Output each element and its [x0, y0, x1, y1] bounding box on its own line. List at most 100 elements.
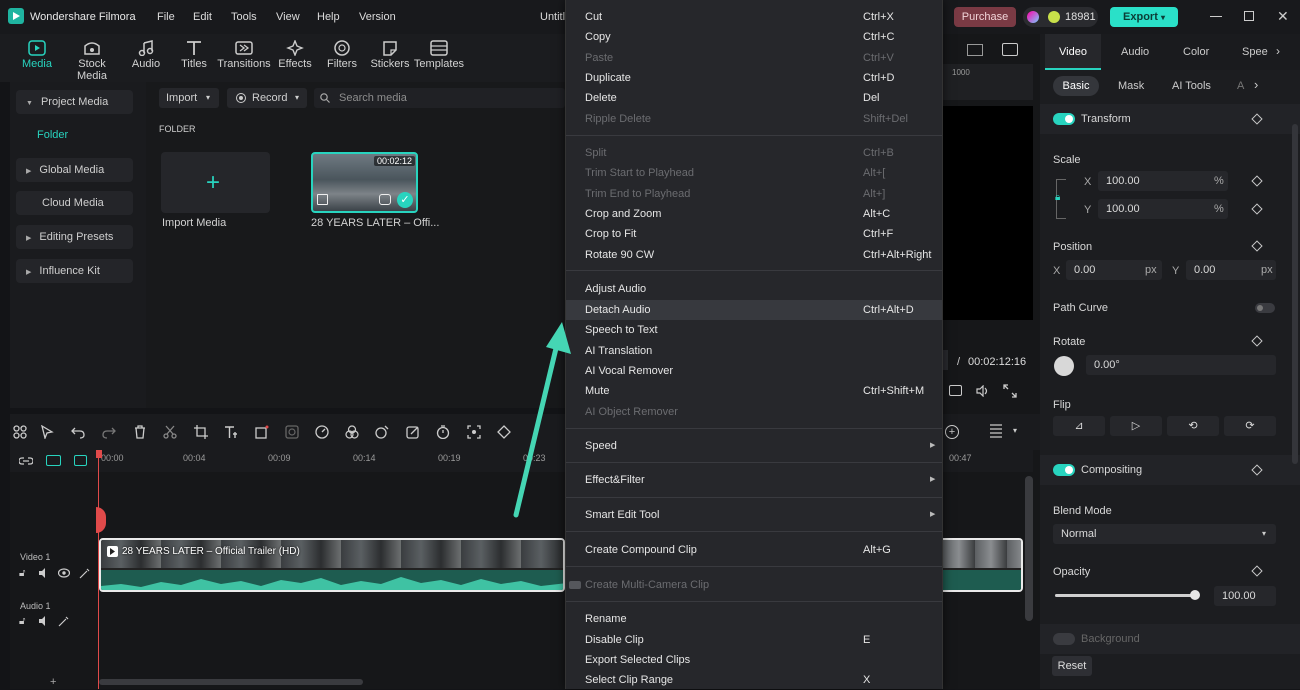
reset-button[interactable]: Reset [1052, 656, 1092, 676]
rotate-input[interactable]: 0.00° [1086, 355, 1276, 375]
keyframe-diamond-icon[interactable] [1251, 464, 1263, 476]
subtab-mask[interactable]: Mask [1118, 80, 1144, 92]
keyframe-diamond-icon[interactable] [1251, 565, 1263, 577]
subtab-ai-tools[interactable]: AI Tools [1172, 80, 1211, 92]
menu-version[interactable]: Version [359, 11, 396, 23]
sidebar-item-influence-kit[interactable]: ▶ Influence Kit [16, 259, 133, 283]
points-badge[interactable]: 18981 [1023, 7, 1098, 27]
sidebar-item-cloud-media[interactable]: Cloud Media [16, 191, 133, 215]
compare-view-icon[interactable] [967, 44, 983, 56]
video-clip-tail[interactable] [943, 538, 1023, 592]
video-clip-on-timeline[interactable]: 28 YEARS LATER – Official Trailer (HD) [99, 538, 565, 592]
tab-titles[interactable]: Titles [166, 34, 222, 82]
add-track-icon[interactable]: + [50, 676, 56, 688]
trash-icon[interactable] [133, 425, 147, 439]
tab-templates[interactable]: Templates [411, 34, 467, 82]
menu-item-effect-filter[interactable]: Effect&Filter ▶ [566, 470, 942, 490]
close-icon[interactable]: ✕ [1277, 8, 1289, 25]
speaker-icon[interactable] [38, 616, 49, 626]
grid-layout-icon[interactable] [13, 425, 27, 439]
edit-frame-icon[interactable] [406, 425, 420, 439]
menu-item-speech-to-text[interactable]: Speech to Text [566, 320, 942, 340]
auto-reframe-icon[interactable] [467, 425, 481, 439]
volume-icon[interactable] [976, 385, 990, 397]
menu-item-delete[interactable]: Delete Del [566, 88, 942, 108]
menu-item-crop-to-fit[interactable]: Crop to Fit Ctrl+F [566, 224, 942, 244]
import-media-tile[interactable]: + [161, 152, 270, 213]
tab-color[interactable]: Color [1183, 46, 1209, 58]
path-curve-toggle[interactable] [1255, 303, 1275, 313]
magic-wand-icon[interactable] [79, 568, 90, 579]
tab-audio[interactable]: Audio [1121, 46, 1149, 58]
menu-item-ai-translation[interactable]: AI Translation [566, 341, 942, 361]
image-icon[interactable] [1002, 43, 1018, 56]
undo-icon[interactable] [71, 425, 85, 439]
import-dropdown[interactable]: Import ▾ [159, 88, 219, 108]
redo-icon[interactable] [102, 425, 116, 439]
ai-audio-icon[interactable] [375, 425, 389, 439]
color-match-icon[interactable] [345, 425, 359, 439]
playhead-marker[interactable] [96, 507, 106, 533]
timeline-vertical-scrollbar[interactable] [1025, 476, 1033, 621]
timecode-field[interactable] [943, 350, 948, 370]
snapshot-camera-icon[interactable] [949, 385, 962, 396]
flip-horizontal-icon[interactable]: ⊿ [1053, 416, 1105, 436]
sidebar-item-editing-presets[interactable]: ▶ Editing Presets [16, 225, 133, 249]
lock-icon[interactable]: 🔓︎ [19, 568, 25, 579]
scale-y-input[interactable]: 100.00% [1098, 199, 1228, 219]
track-toggle-icon[interactable] [74, 455, 87, 466]
menu-item-copy[interactable]: Copy Ctrl+C [566, 27, 942, 47]
menu-item-cut[interactable]: Cut Ctrl+X [566, 7, 942, 27]
eye-icon[interactable] [58, 568, 70, 578]
rotate-left-icon[interactable]: ⟲ [1167, 416, 1219, 436]
menu-file[interactable]: File [157, 11, 175, 23]
transform-toggle[interactable] [1053, 113, 1075, 125]
keyframe-diamond-icon[interactable] [1251, 335, 1263, 347]
purchase-button[interactable]: Purchase [954, 7, 1016, 27]
menu-item-export-selected-clips[interactable]: Export Selected Clips [566, 650, 942, 670]
playhead-handle[interactable] [96, 450, 102, 458]
chevron-down-icon[interactable]: ▾ [1013, 426, 1017, 435]
menu-item-mute[interactable]: Mute Ctrl+Shift+M [566, 381, 942, 401]
text-tool-icon[interactable] [224, 425, 238, 439]
menu-view[interactable]: View [276, 11, 300, 23]
tab-media[interactable]: Media [9, 34, 65, 82]
tab-video[interactable]: Video [1045, 34, 1101, 70]
shape-icon[interactable] [255, 425, 269, 439]
snap-icon[interactable] [46, 455, 61, 466]
rotate-dial[interactable] [1054, 356, 1074, 376]
keyframe-diamond-icon[interactable] [1251, 113, 1263, 125]
keyframe-diamond-icon[interactable] [1251, 240, 1263, 252]
sidebar-item-project-media[interactable]: ▼ Project Media [16, 90, 133, 114]
timer-icon[interactable] [436, 425, 450, 439]
tab-stock-media[interactable]: Stock Media [63, 34, 121, 82]
menu-tools[interactable]: Tools [231, 11, 257, 23]
tab-speed[interactable]: Spee [1242, 46, 1268, 58]
menu-item-smart-edit-tool[interactable]: Smart Edit Tool ▶ [566, 505, 942, 525]
opacity-slider-handle[interactable] [1190, 590, 1200, 600]
menu-item-create-compound-clip[interactable]: Create Compound Clip Alt+G [566, 540, 942, 560]
search-input[interactable]: Search media [339, 88, 407, 108]
menu-item-ai-vocal-remover[interactable]: AI Vocal Remover [566, 361, 942, 381]
sidebar-item-folder[interactable]: Folder [37, 129, 68, 141]
compositing-toggle[interactable] [1053, 464, 1075, 476]
subtab-basic[interactable]: Basic [1053, 76, 1099, 96]
menu-item-crop-and-zoom[interactable]: Crop and Zoom Alt+C [566, 204, 942, 224]
speaker-icon[interactable] [38, 568, 49, 578]
position-y-input[interactable]: 0.00 px [1186, 260, 1276, 280]
menu-item-speed[interactable]: Speed ▶ [566, 436, 942, 456]
menu-edit[interactable]: Edit [193, 11, 212, 23]
menu-item-detach-audio[interactable]: Detach Audio Ctrl+Alt+D [566, 300, 942, 320]
keyframe-diamond-icon[interactable] [1251, 175, 1263, 187]
maximize-icon[interactable] [1244, 11, 1254, 21]
menu-item-duplicate[interactable]: Duplicate Ctrl+D [566, 68, 942, 88]
timeline-horizontal-scrollbar[interactable] [99, 679, 363, 685]
zoom-in-icon[interactable]: + [945, 425, 959, 439]
chevron-right-icon[interactable]: › [1254, 77, 1258, 92]
flip-vertical-icon[interactable]: ▷ [1110, 416, 1162, 436]
menu-item-select-clip-range[interactable]: Select Clip Range X [566, 670, 942, 690]
fullscreen-icon[interactable] [1003, 384, 1017, 398]
tab-transitions[interactable]: Transitions [216, 34, 272, 82]
panel-scrollbar[interactable] [1292, 124, 1298, 464]
opacity-slider-track[interactable] [1055, 590, 1200, 600]
